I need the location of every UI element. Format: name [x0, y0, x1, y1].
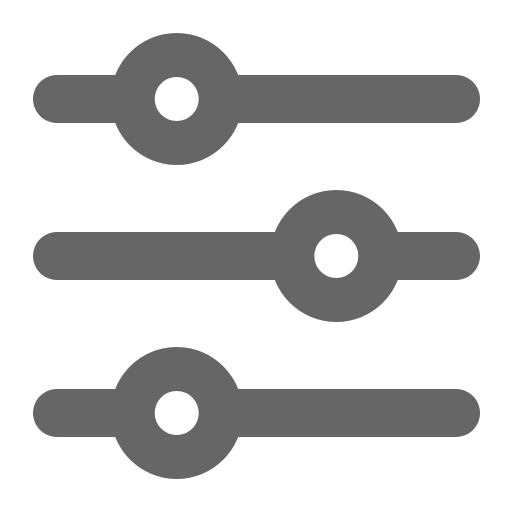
- slider-1-knob-hole: [154, 77, 199, 121]
- sliders-icon-canvas: [0, 0, 512, 512]
- sliders-icon: [33, 33, 480, 479]
- slider-2-knob-hole: [314, 234, 359, 278]
- slider-3-knob-hole: [154, 391, 199, 435]
- slider-3[interactable]: [33, 347, 480, 479]
- slider-1[interactable]: [33, 33, 480, 165]
- slider-2[interactable]: [33, 190, 480, 322]
